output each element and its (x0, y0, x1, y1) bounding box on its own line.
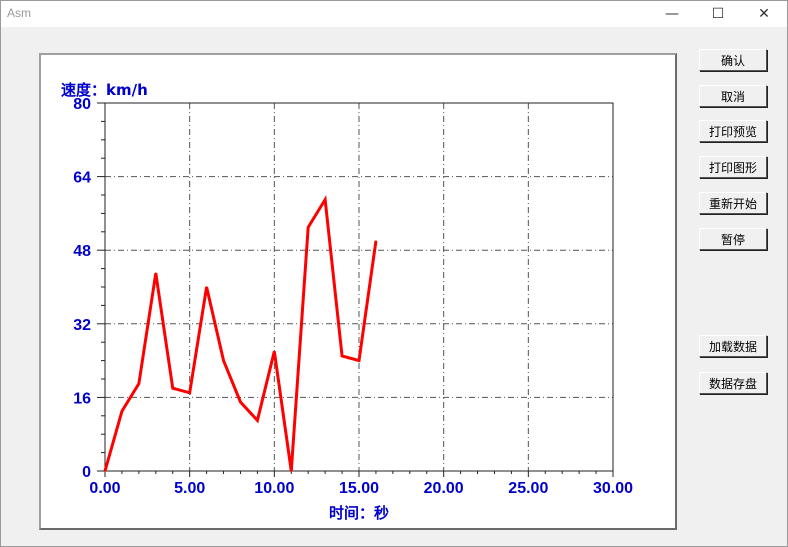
data-point (341, 355, 343, 357)
data-point (256, 419, 259, 422)
data-point (358, 359, 360, 362)
restart-button[interactable]: 重新开始 (699, 192, 767, 214)
data-point (138, 382, 140, 385)
x-tick-label: 25.00 (508, 480, 548, 497)
minimize-icon: — (665, 6, 679, 22)
cancel-button[interactable]: 取消 (699, 85, 767, 107)
data-point (155, 272, 157, 274)
speed-chart: 速度：km/h 时间：秒 016324864800.00 5.00 10.00 15.… (61, 81, 633, 522)
print-preview-button[interactable]: 打印预览 (699, 120, 767, 142)
x-tick-label: 15.00 (339, 480, 379, 497)
save-data-button[interactable]: 数据存盘 (699, 372, 767, 394)
maximize-button[interactable]: ☐ (695, 1, 741, 27)
close-button[interactable]: ✕ (741, 1, 787, 27)
window-title: Asm (7, 6, 31, 20)
data-point (307, 226, 310, 228)
load-data-button[interactable]: 加载数据 (699, 335, 767, 357)
data-point (188, 392, 191, 394)
maximize-icon: ☐ (711, 6, 725, 22)
print-chart-button[interactable]: 打印图形 (699, 156, 767, 178)
x-axis-label: 时间：秒 (329, 504, 389, 522)
y-tick-label: 32 (73, 317, 91, 334)
data-point (104, 470, 106, 472)
confirm-button[interactable]: 确认 (699, 49, 767, 71)
title-bar: Asm — ☐ ✕ (1, 1, 787, 27)
close-icon: ✕ (758, 6, 770, 22)
x-tick-label: 0.00 (89, 480, 120, 497)
data-point (273, 350, 276, 353)
data-point (205, 286, 208, 288)
x-tick-label: 20.00 (424, 480, 464, 497)
speed-series-line (103, 195, 378, 472)
data-point (375, 240, 377, 242)
x-tick-label: 5.00 (174, 480, 205, 497)
data-point (222, 359, 225, 362)
pause-button[interactable]: 暂停 (699, 228, 767, 250)
data-point (324, 198, 326, 201)
data-point (290, 470, 293, 472)
data-point (121, 410, 123, 413)
y-tick-label: 48 (73, 243, 91, 260)
chart-panel: 速度：km/h 时间：秒 0 16 32 48 64 80 0.00 5.00 10.00 15.… (39, 53, 677, 530)
y-tick-label: 0 (82, 464, 91, 481)
data-point (239, 401, 242, 403)
app-window: Asm — ☐ ✕ 速度：km/h 时间：秒 0 16 32 48 64 80 0.00 5.… (0, 0, 788, 547)
x-tick-label: 30.00 (593, 480, 633, 497)
y-tick-label: 16 (73, 390, 91, 407)
x-tick-label: 10.00 (254, 480, 294, 497)
y-tick-label: 64 (73, 170, 91, 187)
minimize-button[interactable]: — (649, 1, 695, 27)
data-point (171, 387, 174, 390)
y-tick-label: 80 (73, 96, 91, 113)
